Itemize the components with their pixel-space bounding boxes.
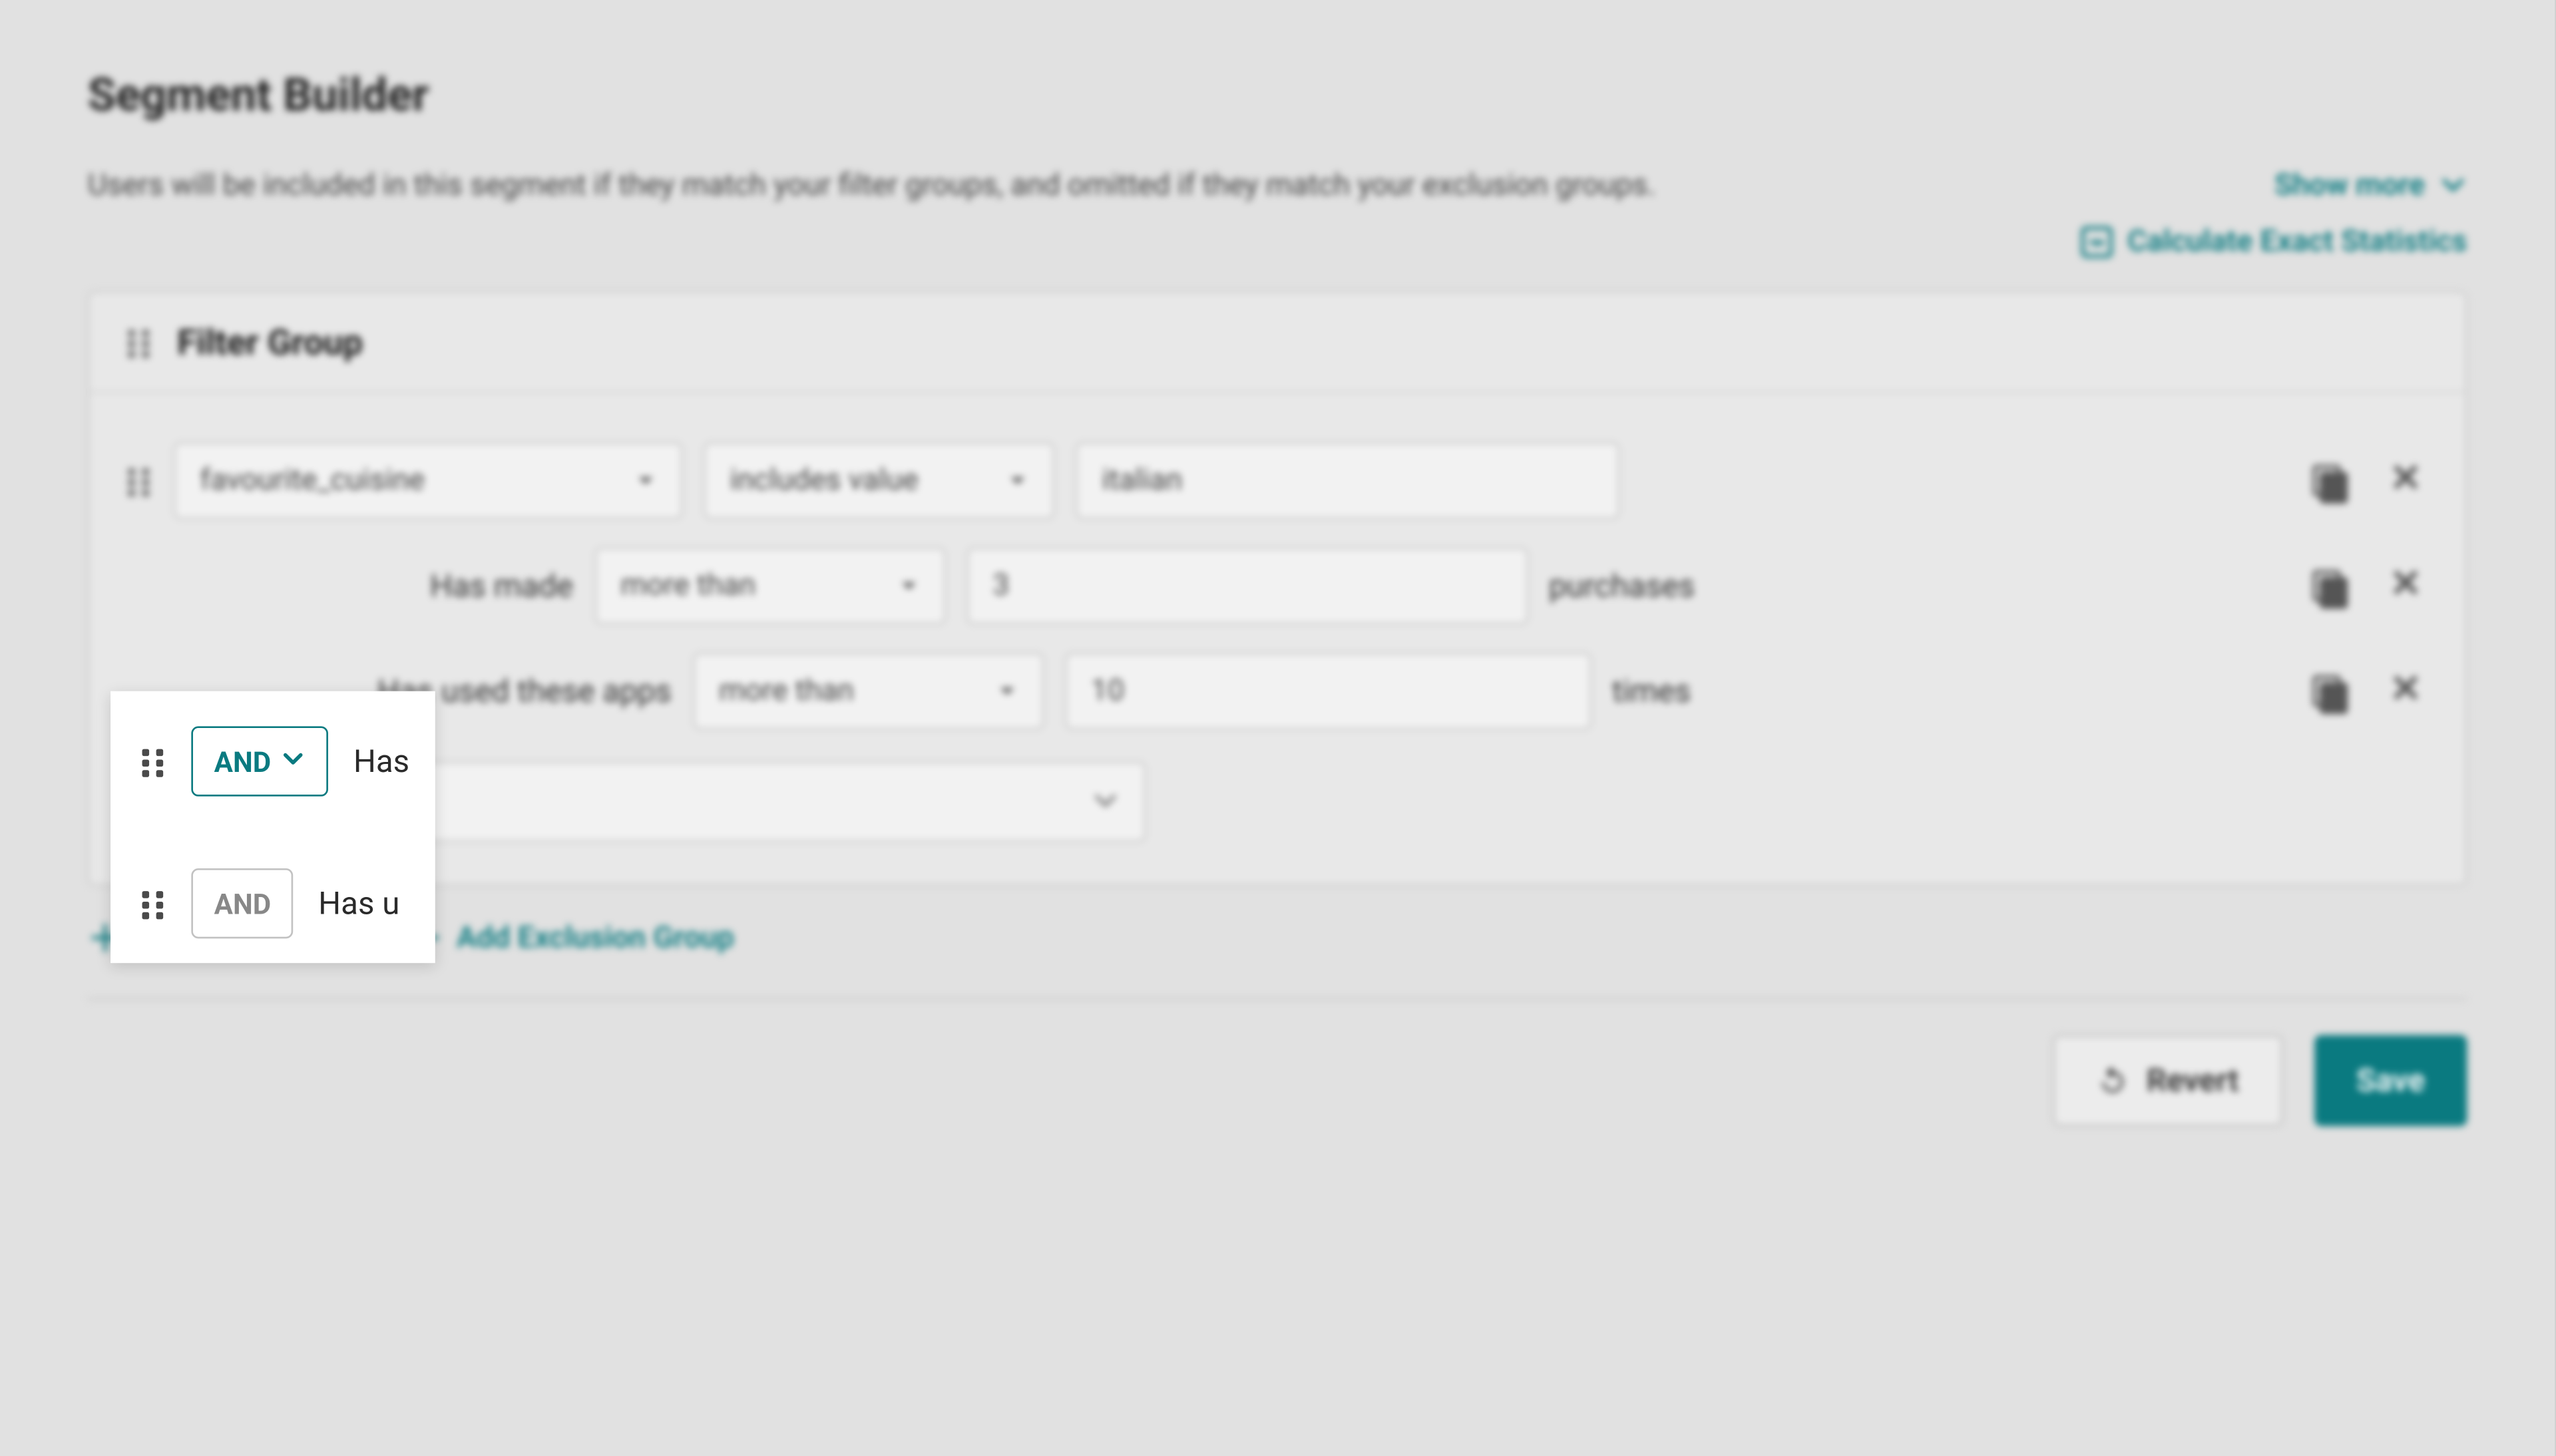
drag-handle-icon[interactable] bbox=[128, 330, 152, 355]
operator-value: more than bbox=[620, 568, 755, 604]
close-icon: ✕ bbox=[2390, 672, 2422, 711]
filter-row: Has made more than 3 purchases ✕ bbox=[107, 533, 2448, 638]
page-subtitle: Users will be included in this segment i… bbox=[88, 168, 1655, 204]
delete-button[interactable]: ✕ bbox=[2385, 670, 2427, 712]
caret-down-icon bbox=[870, 576, 919, 597]
show-more-label: Show more bbox=[2274, 168, 2425, 204]
count-value: 10 bbox=[1091, 673, 1124, 709]
operator-select[interactable]: more than bbox=[594, 547, 945, 624]
undo-icon bbox=[2097, 1065, 2129, 1096]
add-exclusion-group-label: Add Exclusion Group bbox=[457, 921, 734, 956]
calculate-stats-button[interactable]: Calculate Exact Statistics bbox=[2082, 224, 2467, 260]
caret-down-icon bbox=[979, 470, 1028, 491]
divider bbox=[88, 998, 2467, 1000]
save-button[interactable]: Save bbox=[2314, 1035, 2467, 1126]
connector-label: AND bbox=[214, 745, 272, 778]
close-icon: ✕ bbox=[2390, 566, 2422, 605]
drag-handle-icon[interactable] bbox=[142, 891, 167, 916]
duplicate-button[interactable] bbox=[2308, 460, 2350, 502]
row-text-fragment: Has bbox=[353, 743, 409, 779]
filter-row: Has used these apps more than 10 times ✕ bbox=[107, 639, 2448, 744]
drag-handle-icon[interactable] bbox=[128, 468, 152, 493]
chevron-down-icon bbox=[282, 745, 306, 778]
attribute-select[interactable]: favourite_cuisine bbox=[174, 442, 682, 519]
value-input[interactable]: italian bbox=[1076, 442, 1619, 519]
copy-icon bbox=[2312, 675, 2344, 707]
operator-select[interactable]: more than bbox=[693, 653, 1044, 730]
operator-value: more than bbox=[719, 673, 854, 709]
filter-suffix-text: times bbox=[1612, 673, 1691, 709]
connector-label: AND bbox=[214, 887, 272, 920]
revert-button[interactable]: Revert bbox=[2053, 1035, 2282, 1126]
save-label: Save bbox=[2356, 1062, 2425, 1099]
page-title: Segment Builder bbox=[88, 70, 2467, 122]
operator-select[interactable]: includes value bbox=[704, 442, 1054, 519]
filter-row: favourite_cuisine includes value italian… bbox=[107, 428, 2448, 533]
highlight-overlay: AND Has AND Has u bbox=[110, 691, 435, 964]
duplicate-button[interactable] bbox=[2308, 670, 2350, 712]
delete-button[interactable]: ✕ bbox=[2385, 565, 2427, 607]
delete-button[interactable]: ✕ bbox=[2385, 460, 2427, 502]
connector-select[interactable]: AND bbox=[191, 726, 329, 796]
count-input[interactable]: 10 bbox=[1064, 653, 1591, 730]
copy-icon bbox=[2312, 465, 2344, 496]
row-text-fragment: Has u bbox=[318, 885, 399, 922]
revert-label: Revert bbox=[2147, 1062, 2239, 1099]
filter-group-title: Filter Group bbox=[177, 321, 363, 363]
caret-down-icon bbox=[968, 681, 1017, 702]
chevron-down-icon bbox=[2439, 172, 2467, 200]
value-text: italian bbox=[1102, 463, 1182, 498]
count-value: 3 bbox=[992, 568, 1009, 604]
connector-select[interactable]: AND bbox=[191, 868, 294, 938]
filter-group-panel: Filter Group favourite_cuisine includes … bbox=[88, 291, 2467, 886]
count-input[interactable]: 3 bbox=[966, 547, 1528, 624]
caret-down-icon bbox=[607, 470, 656, 491]
add-exclusion-group-button[interactable]: ＋ Add Exclusion Group bbox=[407, 921, 734, 956]
close-icon: ✕ bbox=[2390, 461, 2422, 500]
calculator-icon bbox=[2082, 226, 2113, 258]
chevron-down-icon bbox=[1092, 788, 1120, 816]
drag-handle-icon[interactable] bbox=[142, 749, 167, 774]
copy-icon bbox=[2312, 570, 2344, 602]
attribute-value: favourite_cuisine bbox=[200, 463, 425, 498]
duplicate-button[interactable] bbox=[2308, 565, 2350, 607]
operator-value: includes value bbox=[730, 463, 919, 498]
filter-suffix-text: purchases bbox=[1549, 568, 1695, 604]
filter-prefix-text: Has made bbox=[430, 568, 573, 604]
calculate-stats-label: Calculate Exact Statistics bbox=[2127, 224, 2467, 260]
show-more-link[interactable]: Show more bbox=[2274, 168, 2467, 204]
